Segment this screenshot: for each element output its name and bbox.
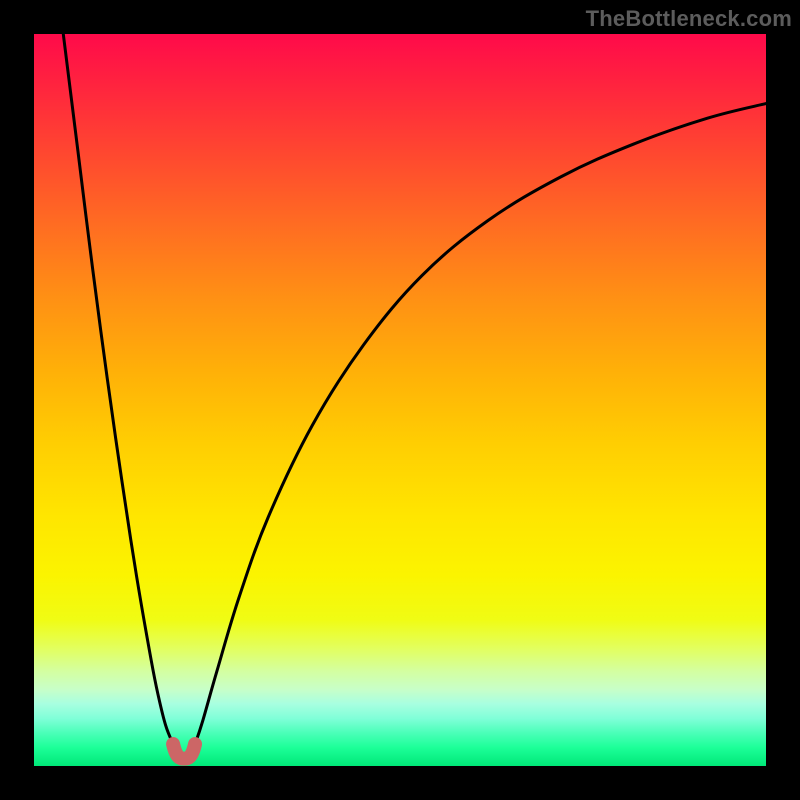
bottleneck-curve-right — [195, 104, 766, 745]
watermark-text: TheBottleneck.com — [586, 6, 792, 32]
bottleneck-marker-arc — [173, 744, 195, 759]
plot-area — [34, 34, 766, 766]
bottleneck-curve-left — [63, 34, 173, 744]
outer-frame: TheBottleneck.com — [0, 0, 800, 800]
curve-layer — [34, 34, 766, 766]
